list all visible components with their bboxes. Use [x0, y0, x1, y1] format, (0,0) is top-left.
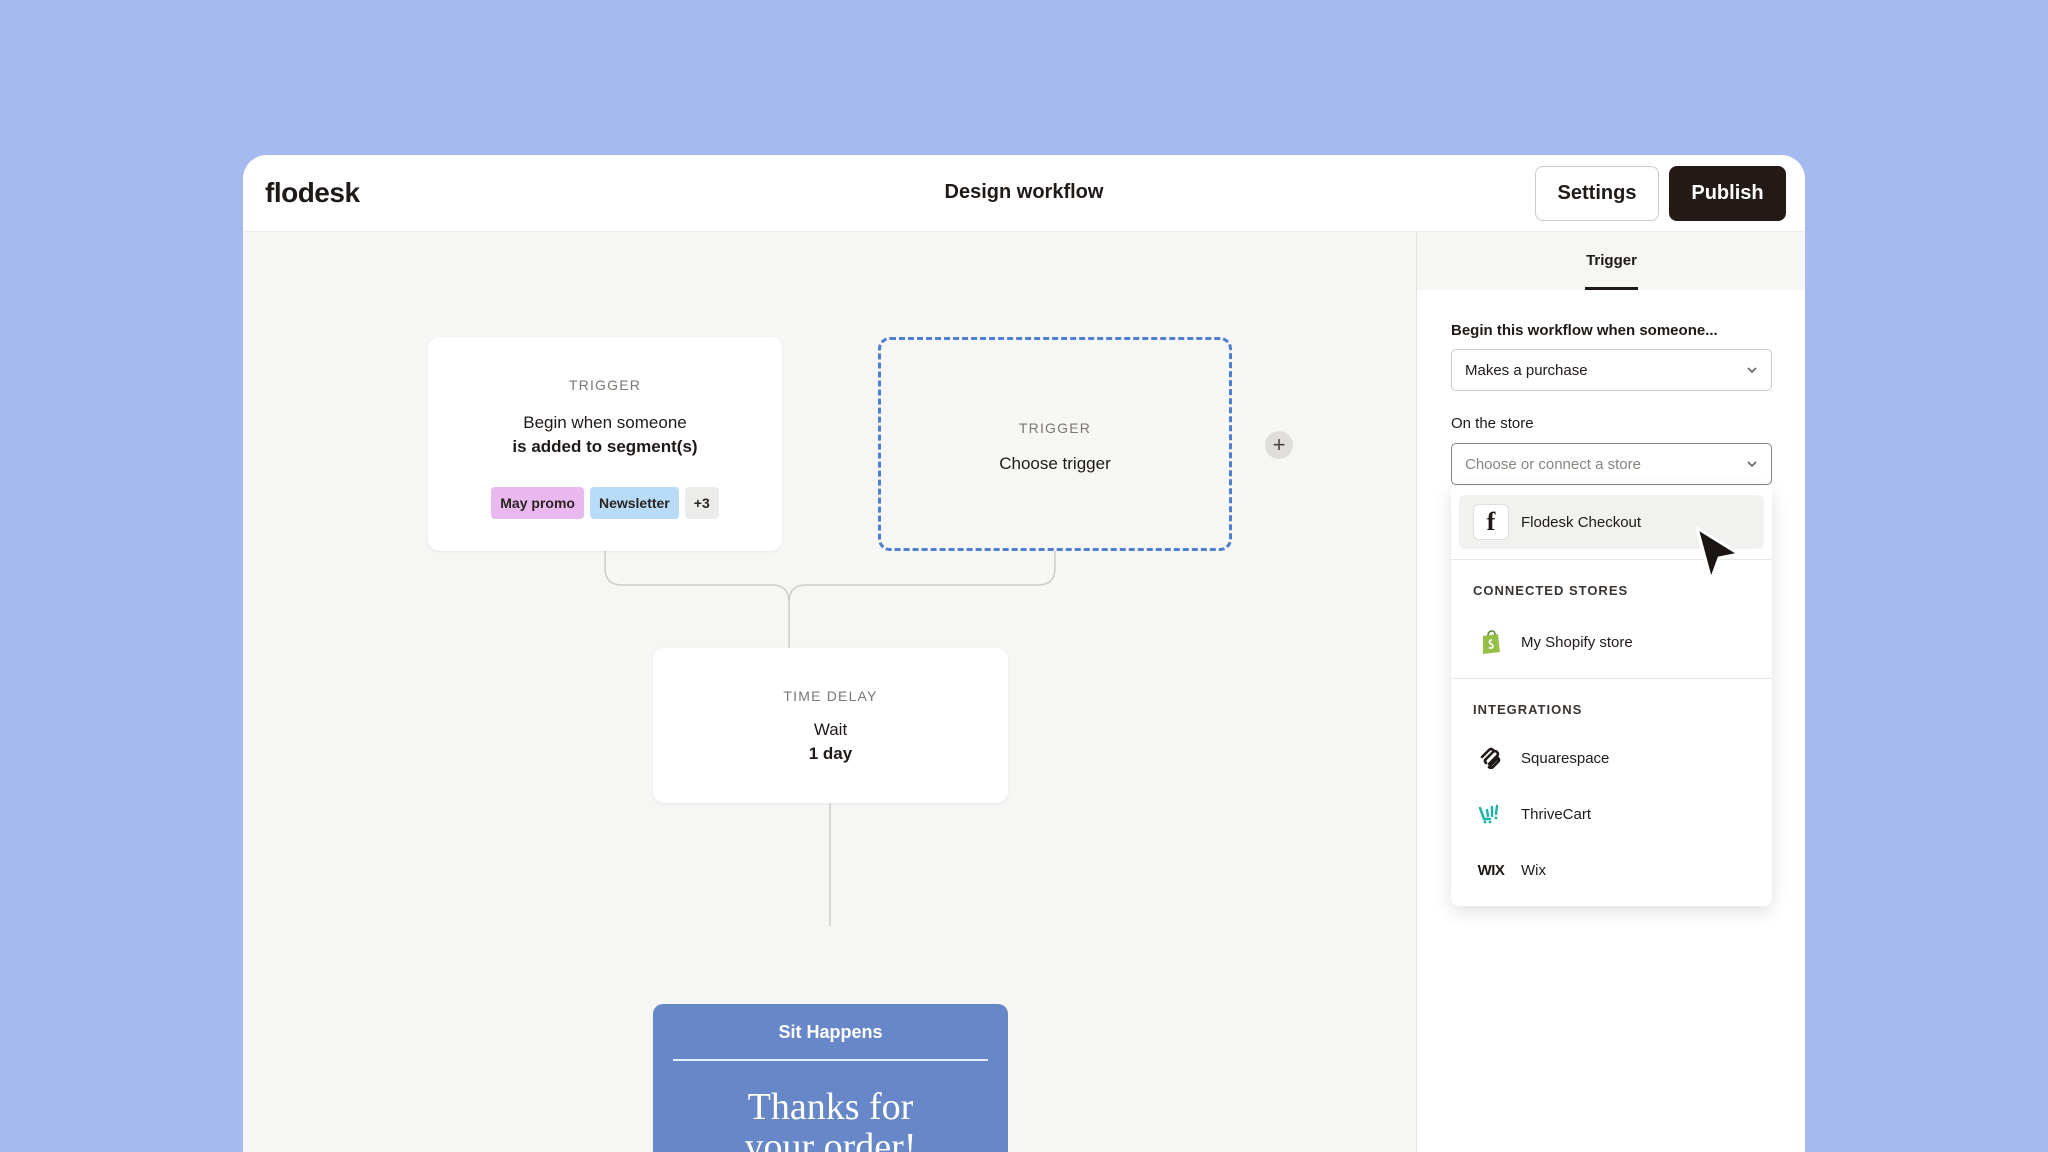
tag-more-count: +3 [684, 487, 719, 519]
time-delay-node[interactable]: TIME DELAY Wait 1 day [653, 648, 1008, 803]
integration-option-label: Wix [1521, 861, 1546, 879]
segment-tags: May promo Newsletter +3 [428, 487, 782, 519]
store-label: On the store [1451, 415, 1534, 432]
email-headline: Thanks for your order! [653, 1087, 1008, 1152]
chevron-down-icon [1747, 367, 1757, 374]
integrations-heading: INTEGRATIONS [1473, 702, 1583, 717]
choose-trigger-text: Choose trigger [999, 454, 1111, 473]
top-bar: flodesk Design workflow Settings Publish [243, 155, 1805, 232]
tab-trigger[interactable]: Trigger [1417, 252, 1805, 269]
trigger-type-select[interactable]: Makes a purchase [1451, 349, 1772, 391]
app-window: flodesk Design workflow Settings Publish… [243, 155, 1805, 1152]
tag-may-promo: May promo [491, 487, 584, 519]
tab-active-indicator [1585, 287, 1638, 290]
email-headline-line1: Thanks for [747, 1086, 914, 1128]
integration-option-label: ThriveCart [1521, 805, 1592, 823]
begin-workflow-label: Begin this workflow when someone... [1451, 322, 1718, 339]
logo[interactable]: flodesk [265, 177, 360, 209]
panel-tab-bar: Trigger [1417, 233, 1805, 290]
trigger-node-label: TRIGGER [568, 377, 642, 393]
shopify-icon [1471, 622, 1511, 662]
time-delay-line1: Wait [813, 720, 848, 739]
trigger-node-segment[interactable]: TRIGGER Begin when someone is added to s… [428, 337, 782, 551]
mouse-cursor-icon [1695, 526, 1741, 582]
connected-stores-heading: CONNECTED STORES [1473, 583, 1629, 598]
email-brand: Sit Happens [778, 1022, 883, 1042]
integration-option-squarespace[interactable]: Squarespace [1459, 731, 1764, 785]
time-delay-label: TIME DELAY [783, 688, 878, 704]
store-select-placeholder: Choose or connect a store [1465, 455, 1641, 473]
store-select[interactable]: Choose or connect a store [1451, 443, 1772, 485]
squarespace-icon [1471, 738, 1511, 778]
trigger-node-line1: Begin when someone [523, 413, 687, 432]
trigger-settings-panel: Trigger Begin this workflow when someone… [1416, 233, 1805, 1152]
divider [1451, 678, 1772, 679]
trigger-node-empty[interactable]: TRIGGER Choose trigger [878, 337, 1232, 551]
email-headline-line2: your order! [744, 1126, 917, 1152]
flodesk-f-icon: f [1471, 502, 1511, 542]
time-delay-line2: 1 day [808, 744, 853, 763]
trigger-node-label: TRIGGER [1018, 420, 1092, 436]
publish-button[interactable]: Publish [1669, 166, 1786, 221]
email-divider [673, 1059, 988, 1061]
trigger-type-value: Makes a purchase [1465, 361, 1588, 379]
store-option-shopify[interactable]: My Shopify store [1459, 615, 1764, 669]
chevron-down-icon [1747, 461, 1757, 468]
thrivecart-icon [1471, 794, 1511, 834]
email-node[interactable]: Sit Happens Thanks for your order! [653, 1004, 1008, 1152]
store-option-label: My Shopify store [1521, 633, 1633, 651]
wix-icon: WIX [1477, 861, 1505, 879]
store-option-label: Flodesk Checkout [1521, 513, 1642, 531]
integration-option-label: Squarespace [1521, 749, 1610, 767]
integration-option-thrivecart[interactable]: ThriveCart [1459, 787, 1764, 841]
settings-button[interactable]: Settings [1535, 166, 1659, 221]
trigger-node-line2: is added to segment(s) [512, 437, 698, 456]
workflow-canvas[interactable]: TRIGGER Begin when someone is added to s… [243, 233, 1416, 1152]
plus-icon[interactable]: + [1265, 431, 1293, 459]
integration-option-wix[interactable]: WIX Wix [1459, 843, 1764, 897]
tag-newsletter: Newsletter [589, 487, 679, 519]
